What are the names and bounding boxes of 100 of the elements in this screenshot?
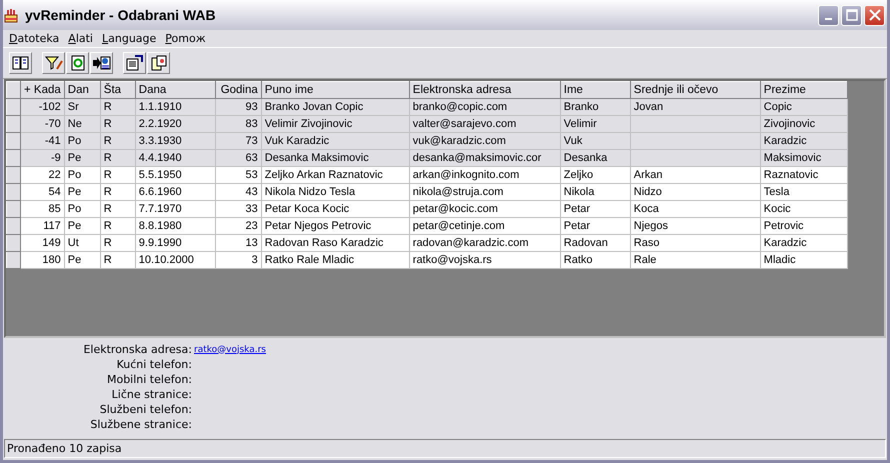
table-cell: Karadzic	[760, 234, 848, 252]
table-cell: Nidzo	[630, 184, 760, 200]
row-header[interactable]	[6, 116, 20, 132]
column-header[interactable]: Ime	[560, 82, 630, 98]
copy-icon[interactable]	[147, 52, 170, 74]
table-cell: Ratko Rale Mladic	[261, 252, 410, 268]
table-cell: Velimir Zivojinovic	[261, 116, 410, 132]
table-cell: Petar	[560, 200, 630, 218]
export-icon[interactable]	[90, 52, 113, 74]
table-cell: Zeljko	[560, 166, 630, 184]
table-cell: R	[100, 166, 136, 184]
table-cell: 6.6.1960	[135, 184, 216, 200]
field-label: Kućni telefon:	[116, 358, 193, 371]
row-header[interactable]	[6, 166, 20, 184]
row-header[interactable]	[6, 98, 20, 116]
row-header[interactable]	[6, 234, 20, 252]
table-cell: Mladic	[760, 252, 848, 268]
table-cell: Desanka Maksimovic	[261, 150, 410, 166]
minimize-icon	[825, 18, 832, 20]
table-cell: 63	[215, 150, 262, 166]
filter-icon[interactable]	[42, 52, 65, 74]
table-cell: desanka@maksimovic.cor	[409, 150, 560, 166]
maximize-button[interactable]	[841, 4, 862, 26]
row-header[interactable]	[6, 218, 20, 234]
table-cell: -102	[20, 98, 64, 116]
column-header[interactable]: Elektronska adresa	[409, 82, 560, 98]
table-cell: petar@kocic.com	[409, 200, 560, 218]
column-header[interactable]: Srednje ili očevo	[630, 82, 760, 98]
table-cell: 2.2.1920	[135, 116, 216, 132]
menu-item[interactable]: Language	[98, 32, 162, 45]
table-cell: R	[100, 218, 136, 234]
row-header[interactable]	[6, 184, 20, 200]
table-cell: Pe	[64, 252, 100, 268]
table-cell: Petar Njegos Petrovic	[261, 218, 410, 234]
status-bar: Pronađeno 10 zapisa	[4, 439, 886, 458]
email-link[interactable]: ratko@vojska.rs	[194, 344, 266, 354]
row-header[interactable]	[6, 150, 20, 166]
table-cell: branko@copic.com	[409, 98, 560, 116]
table-cell: 7.7.1970	[135, 200, 216, 218]
table-cell: Raso	[630, 234, 760, 252]
table-cell: R	[100, 98, 136, 116]
table-cell: 54	[20, 184, 64, 200]
book-icon[interactable]	[9, 52, 32, 74]
close-button[interactable]	[864, 4, 885, 26]
table-cell: -9	[20, 150, 64, 166]
column-header[interactable]: Prezime	[760, 82, 848, 98]
table-cell: Ut	[64, 234, 100, 252]
column-header[interactable]: Godina	[215, 82, 262, 98]
field-label: Službene stranice:	[89, 418, 193, 431]
table-cell: Velimir	[560, 116, 630, 132]
column-header[interactable]: + Kada	[20, 82, 64, 98]
column-header[interactable]: Dan	[64, 82, 100, 98]
table-cell: 43	[215, 184, 262, 200]
table-cell: R	[100, 184, 136, 200]
field-label: Elektronska adresa:	[82, 343, 193, 356]
maximize-icon	[846, 9, 858, 21]
table-cell: 73	[215, 132, 262, 150]
row-header[interactable]	[6, 252, 20, 268]
table-cell: 53	[215, 166, 262, 184]
table-cell: R	[100, 200, 136, 218]
table-cell: 3	[215, 252, 262, 268]
table-cell: 8.8.1980	[135, 218, 216, 234]
cake-icon	[3, 7, 19, 23]
table-cell: 13	[215, 234, 262, 252]
table-cell: Copic	[760, 98, 848, 116]
table-cell: Po	[64, 200, 100, 218]
column-header[interactable]: Dana	[135, 82, 216, 98]
table-cell: -41	[20, 132, 64, 150]
table-cell: Po	[64, 166, 100, 184]
table-cell: Njegos	[630, 218, 760, 234]
menu-item[interactable]: Datoteka	[6, 32, 66, 45]
table-cell: 9.9.1990	[135, 234, 216, 252]
table-cell: 93	[215, 98, 262, 116]
close-icon	[868, 9, 880, 21]
table-cell: 33	[215, 200, 262, 218]
table-cell: Nikola Nidzo Tesla	[261, 184, 410, 200]
field-label: Lične stranice:	[110, 388, 193, 401]
table-cell: Raznatovic	[760, 166, 848, 184]
table-cell: Petar Koca Kocic	[261, 200, 410, 218]
window-title: yvReminder - Odabrani WAB	[25, 7, 216, 23]
table-cell: R	[100, 234, 136, 252]
menu-item[interactable]: Alati	[65, 32, 99, 45]
row-header	[6, 82, 20, 98]
refresh-icon[interactable]	[66, 52, 89, 74]
minimize-button[interactable]	[818, 4, 839, 26]
column-header[interactable]: Puno ime	[261, 82, 410, 98]
table-cell: Maksimovic	[760, 150, 848, 166]
table-cell: Karadzic	[760, 132, 848, 150]
table-cell: R	[100, 116, 136, 132]
table-cell: Pe	[64, 218, 100, 234]
properties-icon[interactable]	[123, 52, 146, 74]
field-label: Službeni telefon:	[98, 403, 193, 416]
table-cell: Petrovic	[760, 218, 848, 234]
table-cell: Arkan	[630, 166, 760, 184]
table-cell: Zivojinovic	[760, 116, 848, 132]
column-header[interactable]: Šta	[100, 82, 136, 98]
table-cell: Ratko	[560, 252, 630, 268]
menu-item[interactable]: Pomoж	[162, 32, 212, 45]
row-header[interactable]	[6, 200, 20, 218]
row-header[interactable]	[6, 132, 20, 150]
